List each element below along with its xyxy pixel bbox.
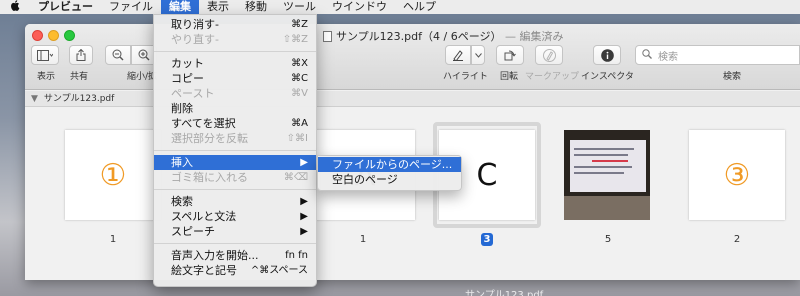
menu-item-speech[interactable]: スピーチ ▶ [154,224,316,239]
shortcut: ⇧⌘Z [282,34,308,45]
edit-menu-dropdown: 取り消す- ⌘Z やり直す- ⇧⌘Z カット ⌘X コピー ⌘C ペースト ⌘V 削除 す… [153,14,317,287]
sidebar-icon [37,49,53,61]
page-thumbnail[interactable]: ① [65,130,161,220]
view-menu-button[interactable] [31,45,59,65]
menu-item-undo[interactable]: 取り消す- ⌘Z [154,17,316,32]
share-icon [76,49,86,61]
highlight-button[interactable] [445,45,471,65]
shortcut: ⌘A [291,118,308,129]
photo-keyboard [564,196,650,220]
menu-item-cut[interactable]: カット ⌘X [154,56,316,71]
menu-separator [154,243,316,244]
inspector-label: インスペクタ [581,72,634,82]
document-icon [323,31,332,42]
info-icon [600,48,614,62]
submenu-arrow-icon: ▶ [300,196,308,207]
title-bar: サンプル123.pdf（4 / 6ページ） — 編集済み 表示 共有 縮小/拡 … [25,24,800,90]
menu-go[interactable]: 移動 [237,0,275,14]
search-icon [642,48,652,62]
page-label: 5 [604,234,612,245]
menu-item-insert[interactable]: 挿入 ▶ [154,155,316,170]
menu-item-invert-selection: 選択部分を反転 ⇧⌘I [171,132,308,145]
submenu-item-page-from-file[interactable]: ファイルからのページ... [318,157,461,172]
shortcut: ⌘C [291,73,308,84]
menu-item-select-all[interactable]: すべてを選択 ⌘A [154,116,316,131]
markup-label: マークアップ [525,72,580,82]
menu-separator [154,150,316,151]
submenu-arrow-icon: ▶ [300,211,308,222]
window-title: サンプル123.pdf（4 / 6ページ） — 編集済み [323,28,563,44]
rotate-label: 回転 [500,72,519,82]
menu-edit[interactable]: 編集 [161,0,199,14]
page-label-selected: 3 [481,233,493,246]
sidebar-file-name: サンプル123.pdf [43,94,115,104]
menu-file[interactable]: ファイル [101,0,161,14]
desktop-file-label: サンプル123.pdf [465,290,544,296]
search-placeholder: 検索 [658,51,678,63]
shortcut: ⇧⌘I [286,133,308,144]
menu-item-start-dictation[interactable]: 音声入力を開始... fn fn [154,248,316,263]
chevron-down-icon [474,52,482,58]
search-field[interactable]: 検索 [635,45,800,65]
rotate-icon [504,50,516,61]
page-thumbnail-photo[interactable] [564,130,650,220]
page-glyph: ③ [723,157,751,193]
shortcut: ⌘Z [291,19,308,30]
shortcut: ^⌘スペース [250,265,308,276]
highlighter-icon [453,50,463,61]
menu-window[interactable]: ウインドウ [324,0,395,14]
page-label: 1 [359,234,367,245]
rotate-button[interactable] [496,45,524,65]
share-button[interactable] [69,45,93,65]
preview-window: サンプル123.pdf（4 / 6ページ） — 編集済み 表示 共有 縮小/拡 … [25,24,800,280]
menu-tools[interactable]: ツール [275,0,324,14]
insert-submenu: ファイルからのページ... 空白のページ [317,155,462,191]
zoom-in-icon [138,49,150,61]
menu-help[interactable]: ヘルプ [395,0,444,14]
menu-separator [154,51,316,52]
menu-view[interactable]: 表示 [199,0,237,14]
menu-item-emoji[interactable]: 絵文字と記号 ^⌘スペース [154,263,316,278]
minimize-window-button[interactable] [48,30,59,41]
inspector-button[interactable] [593,45,621,65]
page-label: 1 [109,234,117,245]
markup-pen-icon [542,48,556,62]
page-label: 2 [733,234,741,245]
menu-item-paste: ペースト ⌘V [171,87,308,100]
menu-item-redo: やり直す- ⇧⌘Z [171,33,308,46]
sidebar-header[interactable]: ▼ サンプル123.pdf [25,91,800,107]
shortcut: fn fn [285,250,308,261]
page-glyph: ① [99,157,127,193]
disclosure-triangle-icon[interactable]: ▼ [31,94,38,104]
shortcut: ⌘X [291,58,308,69]
menu-item-find[interactable]: 検索 ▶ [154,194,316,209]
menu-item-delete[interactable]: 削除 [154,101,316,116]
search-label: 検索 [723,72,742,82]
page-thumbnail[interactable]: ③ [689,130,785,220]
page-glyph: C [476,157,498,193]
shortcut: ⌘⌫ [283,172,308,183]
highlight-options-button[interactable] [471,45,485,65]
zoom-out-button[interactable] [105,45,131,65]
close-window-button[interactable] [32,30,43,41]
submenu-arrow-icon: ▶ [300,226,308,237]
submenu-item-blank-page[interactable]: 空白のページ [318,172,461,187]
submenu-arrow-icon: ▶ [300,157,308,168]
share-label: 共有 [70,72,89,82]
apple-menu-icon[interactable] [0,0,30,15]
menu-bar: プレビュー ファイル 編集 表示 移動 ツール ウインドウ ヘルプ [0,0,800,14]
menu-item-spelling[interactable]: スペルと文法 ▶ [154,209,316,224]
menu-separator [154,189,316,190]
shortcut: ⌘V [291,88,308,99]
markup-button[interactable] [535,45,563,65]
menu-item-copy[interactable]: コピー ⌘C [154,71,316,86]
zoom-window-button[interactable] [64,30,75,41]
zoom-out-icon [112,49,124,61]
highlight-label: ハイライト [443,72,488,82]
menu-item-move-to-trash: ゴミ箱に入れる ⌘⌫ [171,171,308,184]
view-label: 表示 [37,72,56,82]
menu-app-preview[interactable]: プレビュー [30,0,101,14]
thumbnail-strip: ① 1 A 1 C 3 5 ③ 2 [25,108,800,280]
edited-status: — 編集済み [504,30,564,43]
